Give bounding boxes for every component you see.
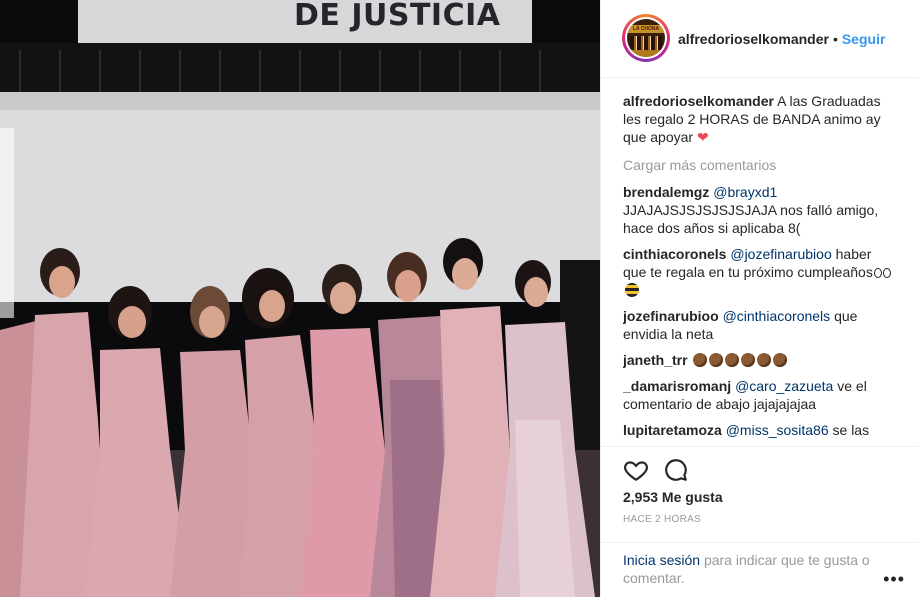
comment-text: JJAJAJSJSJSJSJSJAJA nos falló amigo, hac… xyxy=(623,202,879,236)
comment-mention[interactable]: @miss_sosita86 xyxy=(726,422,829,438)
comment-mention[interactable]: @caro_zazueta xyxy=(735,378,833,394)
clap-emoji-icon xyxy=(709,353,724,367)
list-item: janeth_trr xyxy=(623,351,895,369)
eyes-emoji-icon xyxy=(882,268,891,278)
clap-emoji-icon xyxy=(741,353,756,367)
separator-dot: • xyxy=(832,31,838,47)
comment-username[interactable]: brendalemgz xyxy=(623,184,709,200)
post-header: LA CHONA alfredorioselkomander • Seguir xyxy=(601,0,918,78)
list-item: lupitaretamoza @miss_sosita86 se las est… xyxy=(623,421,895,442)
comment-mention[interactable]: @jozefinarubioo xyxy=(730,246,831,262)
caption-username[interactable]: alfredorioselkomander xyxy=(623,93,774,109)
heart-outline-icon[interactable] xyxy=(623,457,649,483)
login-link[interactable]: Inicia sesión xyxy=(623,552,700,568)
building-sign: DE JUSTICIA xyxy=(78,0,532,43)
post-photo[interactable]: DE JUSTICIA xyxy=(0,0,600,597)
graduates-illustration xyxy=(0,43,600,597)
comment-bubble-icon[interactable] xyxy=(663,457,689,483)
clap-emoji-icon xyxy=(773,353,788,367)
more-options-icon[interactable]: ••• xyxy=(883,569,905,590)
load-more-comments-button[interactable]: Cargar más comentarios xyxy=(623,156,895,174)
follow-button[interactable]: Seguir xyxy=(842,31,886,47)
comments-list[interactable]: alfredorioselkomander A las Graduadas le… xyxy=(623,92,895,442)
list-item: brendalemgz @brayxd1 JJAJAJSJSJSJSJSJAJA… xyxy=(623,183,895,237)
comment-username[interactable]: jozefinarubioo xyxy=(623,308,719,324)
header-user-row: alfredorioselkomander • Seguir xyxy=(678,31,885,47)
band-logo-avatar: LA CHONA xyxy=(625,17,667,59)
comment-mention[interactable]: @brayxd1 xyxy=(713,184,777,200)
sign-text: DE JUSTICIA xyxy=(294,0,501,33)
bee-emoji-icon xyxy=(625,283,639,297)
comment-username[interactable]: cinthiacoronels xyxy=(623,246,726,262)
post-side-panel: LA CHONA alfredorioselkomander • Seguir al… xyxy=(600,0,918,597)
login-prompt: Inicia sesión para indicar que te gusta … xyxy=(601,542,918,587)
heart-icon: ❤ xyxy=(696,129,709,145)
list-item: jozefinarubioo @cinthiacoronels que envi… xyxy=(623,307,895,343)
list-item: _damarisromanj @caro_zazueta ve el comen… xyxy=(623,377,895,413)
header-username[interactable]: alfredorioselkomander xyxy=(678,31,829,47)
clap-emoji-icon xyxy=(757,353,772,367)
likes-count[interactable]: 2,953 Me gusta xyxy=(623,489,723,505)
comment-username[interactable]: lupitaretamoza xyxy=(623,422,722,438)
list-item: cinthiacoronels @jozefinarubioo haber qu… xyxy=(623,245,895,299)
comment-username[interactable]: janeth_trr xyxy=(623,352,688,368)
post-timestamp[interactable]: HACE 2 HORAS xyxy=(623,514,701,525)
comment-username[interactable]: _damarisromanj xyxy=(623,378,731,394)
clap-emoji-icon xyxy=(725,353,740,367)
avatar[interactable]: LA CHONA xyxy=(622,14,670,62)
avatar-text: LA CHONA xyxy=(632,26,660,32)
eyes-emoji-icon xyxy=(873,268,882,278)
caption: alfredorioselkomander A las Graduadas le… xyxy=(623,92,895,146)
comment-mention[interactable]: @cinthiacoronels xyxy=(723,308,831,324)
post-actions: 2,953 Me gusta HACE 2 HORAS Inicia sesió… xyxy=(601,446,918,596)
clap-emoji-icon xyxy=(693,353,708,367)
